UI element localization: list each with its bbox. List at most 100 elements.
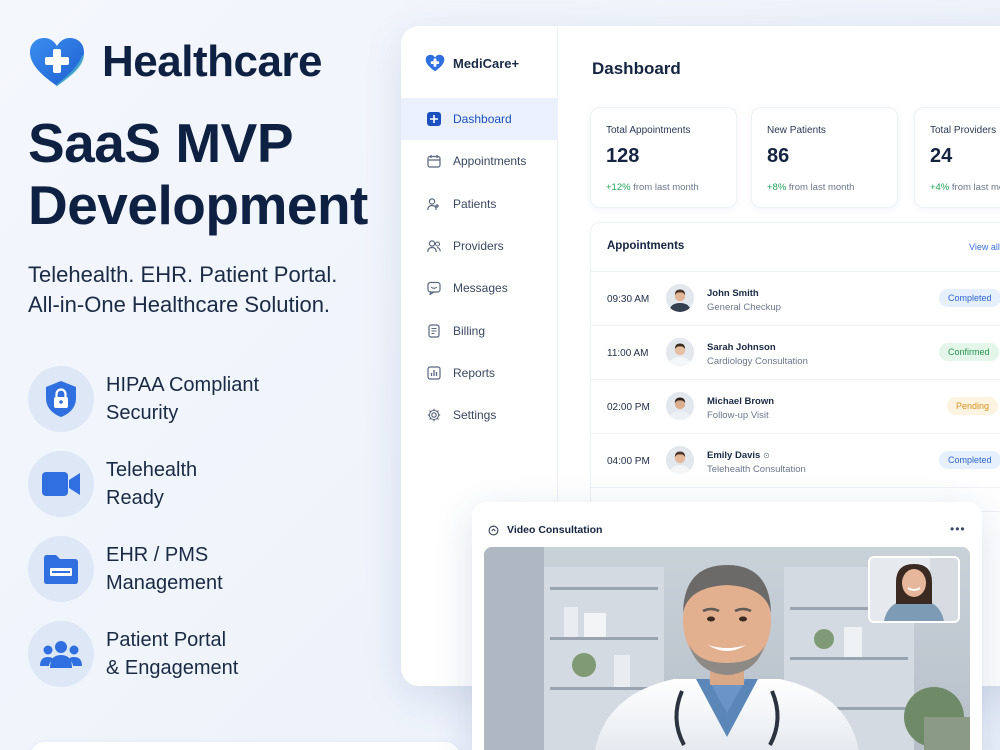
heart-plus-logo-icon (425, 54, 445, 72)
dashboard-icon (427, 112, 441, 127)
appointment-desc: Telehealth Consultation (707, 464, 806, 475)
sidebar-item-label: Settings (453, 408, 497, 423)
patient-name: John Smith (707, 288, 759, 299)
tagline: Telehealth. EHR. Patient Portal. All-in-… (28, 260, 337, 320)
patient-name: Emily Davis ⊙ (707, 450, 770, 461)
status-badge: Confirmed (939, 343, 999, 361)
stat-value: 128 (606, 145, 640, 167)
hero-line-2: Development (28, 174, 368, 236)
patient-name: Michael Brown (707, 396, 775, 407)
stat-value: 86 (767, 145, 790, 167)
feature-line-1: HIPAA Compliant (106, 373, 260, 396)
lock-shield-icon (46, 380, 76, 417)
video-small-icon: ⊙ (762, 451, 770, 460)
appointment-row[interactable]: 09:30 AM John Smith General Checkup Comp… (591, 272, 1000, 326)
sidebar-item-label: Providers (453, 239, 504, 254)
sidebar-item-label: Messages (453, 281, 508, 296)
sidebar-item-reports[interactable]: Reports (401, 352, 558, 394)
avatar-image (666, 338, 694, 366)
stat-value: 24 (930, 145, 953, 167)
settings-icon (427, 409, 441, 422)
sidebar-item-messages[interactable]: Messages (401, 267, 558, 309)
sidebar-item-settings[interactable]: Settings (401, 394, 558, 436)
video-consult-icon (488, 525, 499, 535)
video-camera-icon (42, 471, 80, 496)
stat-label: New Patients (767, 125, 826, 136)
appointment-time: 02:00 PM (607, 402, 650, 413)
appointment-row[interactable]: 04:00 PM Emily Davis ⊙ Telehealth Consul… (591, 434, 1000, 488)
brand-name: Healthcare (102, 37, 323, 86)
feature-telehealth: Telehealth Ready (28, 441, 259, 526)
status-badge: Completed (939, 289, 1000, 307)
more-options-icon[interactable]: ••• (950, 522, 966, 536)
appointment-row[interactable]: 11:00 AM Sarah Johnson Cardiology Consul… (591, 326, 1000, 380)
avatar-image (666, 392, 694, 420)
sidebar-item-appointments[interactable]: Appointments (401, 140, 558, 182)
stat-label: Total Providers (930, 125, 997, 136)
feature-list: HIPAA Compliant Security Telehealth Read… (28, 356, 259, 696)
feature-line-2: Ready (106, 486, 164, 509)
stat-change-percent: +8% (767, 182, 787, 193)
heart-plus-logo-icon (30, 38, 84, 86)
sidebar-nav: Dashboard Appointments Patients Provider… (401, 98, 558, 436)
app-name: MediCare+ (453, 55, 520, 71)
providers-icon (427, 240, 441, 253)
stat-change-text: from last month (788, 182, 855, 193)
avatar (666, 338, 694, 366)
stat-change: +4% from last month (930, 182, 1000, 193)
users-icon (40, 640, 82, 668)
appointment-desc: Cardiology Consultation (707, 356, 808, 367)
sidebar-item-label: Billing (453, 323, 486, 338)
stat-card-total-appointments[interactable]: Total Appointments 128 +12% from last mo… (590, 107, 737, 208)
page-title: Dashboard (592, 59, 681, 78)
sidebar-item-patients[interactable]: Patients (401, 183, 558, 225)
video-title: Video Consultation (507, 524, 603, 536)
patient-name: Sarah Johnson (707, 342, 776, 353)
sidebar-item-providers[interactable]: Providers (401, 225, 558, 267)
appointments-panel: Appointments View all 09:30 AM John Smit… (590, 222, 1000, 512)
appointment-desc: General Checkup (707, 302, 781, 313)
appointment-time: 04:00 PM (607, 456, 650, 467)
app-brand: MediCare+ (425, 54, 519, 72)
feature-hipaa: HIPAA Compliant Security (28, 356, 259, 441)
view-all-link[interactable]: View all (969, 242, 1000, 252)
avatar (666, 392, 694, 420)
sidebar-item-label: Appointments (453, 154, 527, 169)
stat-card-new-patients[interactable]: New Patients 86 +8% from last month (751, 107, 898, 208)
feature-line-2: Security (106, 401, 179, 424)
status-badge: Completed (939, 451, 1000, 469)
stat-change-text: from last month (951, 182, 1000, 193)
brand: Healthcare (28, 36, 323, 88)
message-icon (427, 282, 441, 296)
appointment-desc: Follow-up Visit (707, 410, 769, 421)
sidebar-item-dashboard[interactable]: Dashboard (401, 98, 558, 141)
avatar-image (666, 284, 694, 312)
calendar-icon (427, 155, 441, 169)
sidebar-item-label: Reports (453, 365, 496, 380)
feature-portal: Patient Portal & Engagement (28, 611, 259, 696)
patient-name-text: Emily Davis (707, 450, 761, 461)
avatar (666, 446, 694, 474)
patients-icon (427, 198, 439, 210)
hero-title: SaaS MVP Development (28, 112, 368, 236)
tagline-line-1: Telehealth. EHR. Patient Portal. (28, 262, 338, 287)
billing-icon (428, 324, 440, 338)
stat-card-total-providers[interactable]: Total Providers 24 +4% from last month (914, 107, 1000, 208)
patient-video-image (870, 558, 958, 621)
feature-ehr: EHR / PMS Management (28, 526, 259, 611)
avatar-image (666, 446, 694, 474)
patient-self-view[interactable] (868, 556, 960, 623)
hero-line-1: SaaS MVP (28, 112, 294, 174)
sidebar-item-billing[interactable]: Billing (401, 309, 558, 351)
folder-icon (44, 554, 78, 584)
reports-icon (427, 366, 441, 380)
feature-line-1: EHR / PMS (106, 543, 209, 566)
appointment-row[interactable]: 02:00 PM Michael Brown Follow-up Visit P… (591, 380, 1000, 434)
feature-line-1: Patient Portal (106, 628, 227, 651)
video-consultation-card: Video Consultation ••• (472, 502, 982, 750)
appointment-time: 11:00 AM (607, 348, 649, 359)
appointment-time: 09:30 AM (607, 294, 650, 305)
video-header: Video Consultation (488, 524, 602, 536)
stat-change: +8% from last month (767, 182, 854, 193)
feature-line-1: Telehealth (106, 458, 198, 481)
